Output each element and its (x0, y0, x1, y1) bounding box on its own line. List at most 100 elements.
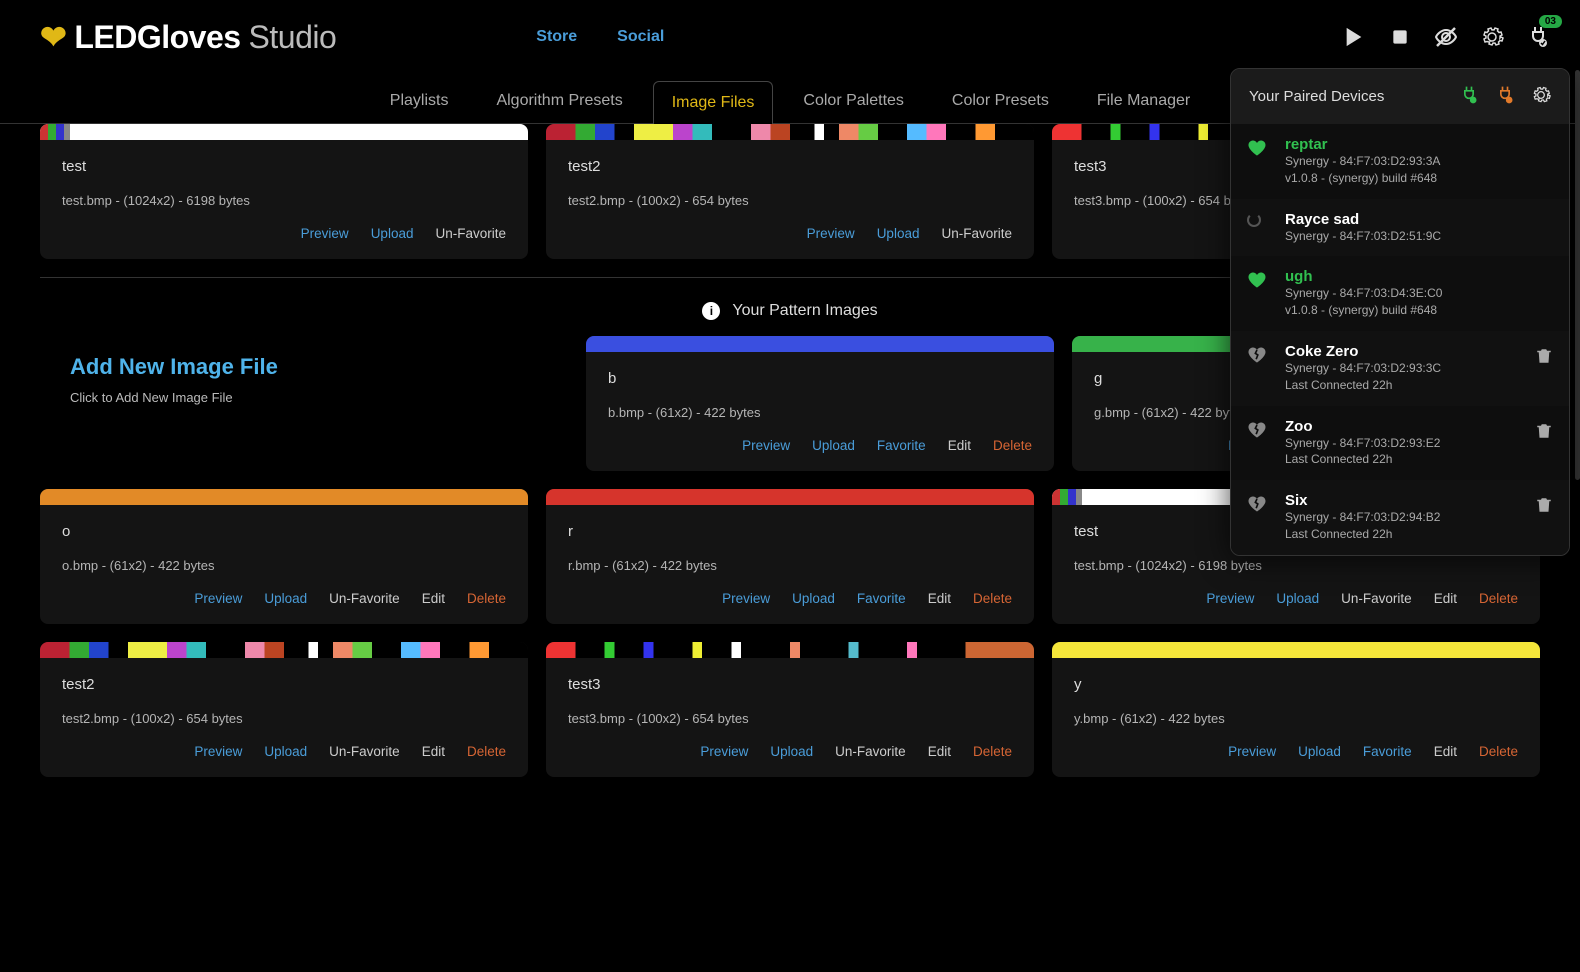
preview-button[interactable]: Preview (742, 438, 790, 453)
edit-button[interactable]: Edit (928, 744, 951, 759)
logo-main: LEDGloves (74, 19, 240, 56)
scrollbar-thumb[interactable] (1575, 70, 1580, 480)
heart-icon (1247, 138, 1269, 161)
del-button[interactable]: Delete (973, 744, 1012, 759)
panel-title: Your Paired Devices (1249, 88, 1384, 105)
heart-broken-icon (1247, 345, 1269, 368)
unfav-button[interactable]: Un-Favorite (941, 226, 1012, 241)
device-address: Synergy - 84:F7:03:D2:51:9C (1285, 228, 1553, 245)
preview-button[interactable]: Preview (1228, 744, 1276, 759)
fav-button[interactable]: Favorite (857, 591, 906, 606)
fav-button[interactable]: Favorite (1363, 744, 1412, 759)
add-new-image-card[interactable]: Add New Image File Click to Add New Imag… (40, 336, 568, 489)
device-row[interactable]: Rayce sadSynergy - 84:F7:03:D2:51:9C (1231, 199, 1569, 257)
card-meta: b.bmp - (61x2) - 422 bytes (608, 405, 1032, 420)
info-icon[interactable]: i (702, 302, 720, 320)
del-button[interactable]: Delete (467, 591, 506, 606)
delete-device-icon[interactable] (1535, 422, 1553, 443)
devices-button[interactable]: 03 (1526, 25, 1550, 49)
upload-button[interactable]: Upload (812, 438, 855, 453)
del-button[interactable]: Delete (1479, 591, 1518, 606)
delete-device-icon[interactable] (1535, 347, 1553, 368)
image-card: test3test3.bmp - (100x2) - 654 bytesPrev… (546, 642, 1034, 777)
tab-color-palettes[interactable]: Color Palettes (785, 80, 922, 123)
stop-icon[interactable] (1388, 25, 1412, 49)
image-card: test2test2.bmp - (100x2) - 654 bytesPrev… (40, 642, 528, 777)
image-preview-strip (546, 489, 1034, 505)
upload-button[interactable]: Upload (792, 591, 835, 606)
tab-file-manager[interactable]: File Manager (1079, 80, 1208, 123)
device-address: Synergy - 84:F7:03:D4:3E:C0 (1285, 285, 1553, 302)
edit-button[interactable]: Edit (1434, 591, 1457, 606)
disconnect-all-icon[interactable] (1495, 85, 1515, 108)
preview-button[interactable]: Preview (807, 226, 855, 241)
preview-button[interactable]: Preview (700, 744, 748, 759)
image-card: oo.bmp - (61x2) - 422 bytesPreviewUpload… (40, 489, 528, 624)
tab-playlists[interactable]: Playlists (372, 80, 467, 123)
upload-button[interactable]: Upload (371, 226, 414, 241)
preview-button[interactable]: Preview (1206, 591, 1254, 606)
device-row[interactable]: reptarSynergy - 84:F7:03:D2:93:3Av1.0.8 … (1231, 124, 1569, 199)
device-status: v1.0.8 - (synergy) build #648 (1285, 302, 1553, 319)
delete-device-icon[interactable] (1535, 496, 1553, 517)
del-button[interactable]: Delete (993, 438, 1032, 453)
settings-icon[interactable] (1480, 25, 1504, 49)
device-row[interactable]: SixSynergy - 84:F7:03:D2:94:B2Last Conne… (1231, 480, 1569, 555)
upload-button[interactable]: Upload (877, 226, 920, 241)
card-title: test2 (568, 158, 1012, 175)
unfav-button[interactable]: Un-Favorite (329, 591, 400, 606)
card-title: b (608, 370, 1032, 387)
unfav-button[interactable]: Un-Favorite (835, 744, 906, 759)
play-icon[interactable] (1342, 25, 1366, 49)
device-row[interactable]: ughSynergy - 84:F7:03:D4:3E:C0v1.0.8 - (… (1231, 256, 1569, 331)
edit-button[interactable]: Edit (928, 591, 951, 606)
device-count-badge: 03 (1539, 15, 1562, 28)
upload-button[interactable]: Upload (1298, 744, 1341, 759)
app-logo: ❤ LEDGloves Studio (40, 18, 336, 56)
edit-button[interactable]: Edit (422, 591, 445, 606)
loading-spinner-icon (1247, 213, 1269, 227)
device-row[interactable]: Coke ZeroSynergy - 84:F7:03:D2:93:3CLast… (1231, 331, 1569, 406)
visibility-off-icon[interactable] (1434, 25, 1458, 49)
panel-settings-icon[interactable] (1531, 85, 1551, 108)
device-status: Last Connected 22h (1285, 526, 1519, 543)
device-name: Rayce sad (1285, 211, 1553, 228)
device-name: Six (1285, 492, 1519, 509)
connect-all-icon[interactable] (1459, 85, 1479, 108)
del-button[interactable]: Delete (973, 591, 1012, 606)
preview-button[interactable]: Preview (722, 591, 770, 606)
preview-button[interactable]: Preview (194, 591, 242, 606)
card-meta: r.bmp - (61x2) - 422 bytes (568, 558, 1012, 573)
card-title: test (62, 158, 506, 175)
edit-button[interactable]: Edit (1434, 744, 1457, 759)
card-title: o (62, 523, 506, 540)
preview-button[interactable]: Preview (301, 226, 349, 241)
store-link[interactable]: Store (536, 28, 577, 46)
unfav-button[interactable]: Un-Favorite (329, 744, 400, 759)
del-button[interactable]: Delete (467, 744, 506, 759)
social-link[interactable]: Social (617, 28, 664, 46)
edit-button[interactable]: Edit (948, 438, 971, 453)
upload-button[interactable]: Upload (264, 591, 307, 606)
preview-button[interactable]: Preview (194, 744, 242, 759)
fav-button[interactable]: Favorite (877, 438, 926, 453)
image-preview-strip (546, 124, 1034, 140)
tab-image-files[interactable]: Image Files (653, 81, 774, 124)
card-meta: test.bmp - (1024x2) - 6198 bytes (62, 193, 506, 208)
card-title: y (1074, 676, 1518, 693)
tab-algorithm-presets[interactable]: Algorithm Presets (478, 80, 640, 123)
upload-button[interactable]: Upload (264, 744, 307, 759)
tab-color-presets[interactable]: Color Presets (934, 80, 1067, 123)
device-row[interactable]: ZooSynergy - 84:F7:03:D2:93:E2Last Conne… (1231, 406, 1569, 481)
device-address: Synergy - 84:F7:03:D2:93:3C (1285, 360, 1519, 377)
image-preview-strip (586, 336, 1054, 352)
upload-button[interactable]: Upload (770, 744, 813, 759)
edit-button[interactable]: Edit (422, 744, 445, 759)
upload-button[interactable]: Upload (1276, 591, 1319, 606)
unfav-button[interactable]: Un-Favorite (1341, 591, 1412, 606)
del-button[interactable]: Delete (1479, 744, 1518, 759)
unfav-button[interactable]: Un-Favorite (435, 226, 506, 241)
card-meta: test3.bmp - (100x2) - 654 bytes (568, 711, 1012, 726)
image-card: test test.bmp - (1024x2) - 6198 bytes Prev… (40, 124, 528, 259)
device-name: reptar (1285, 136, 1553, 153)
